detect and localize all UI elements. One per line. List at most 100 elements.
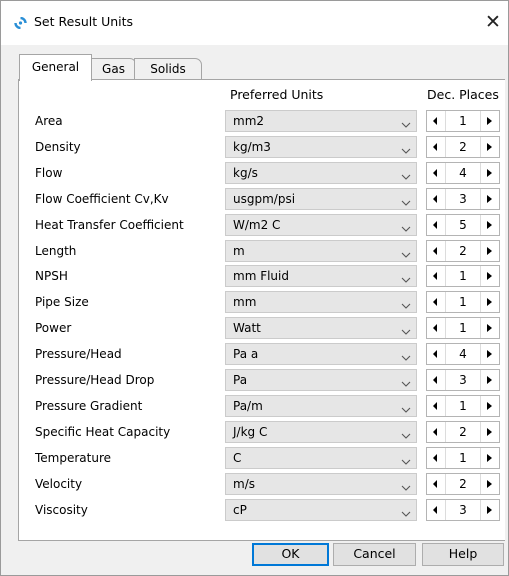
chevron-down-icon <box>401 272 411 283</box>
increment-button[interactable] <box>480 370 499 390</box>
decimal-places-value[interactable]: 1 <box>446 399 480 413</box>
decimal-places-value[interactable]: 3 <box>446 192 480 206</box>
unit-dropdown[interactable]: cP <box>225 499 417 521</box>
unit-dropdown[interactable]: kg/s <box>225 162 417 184</box>
decrement-button[interactable] <box>427 474 446 494</box>
decrement-button[interactable] <box>427 318 446 338</box>
decimal-places-stepper: 2 <box>426 240 500 262</box>
decrement-button[interactable] <box>427 344 446 364</box>
unit-dropdown[interactable]: kg/m3 <box>225 136 417 158</box>
decimal-places-value[interactable]: 3 <box>446 373 480 387</box>
increment-button[interactable] <box>480 500 499 520</box>
ok-button[interactable]: OK <box>252 543 329 566</box>
unit-row-specific-heat-capacity: Specific Heat Capacity J/kg C 2 <box>0 421 509 443</box>
chevron-down-icon <box>401 480 411 491</box>
increment-button[interactable] <box>480 111 499 131</box>
row-label: Heat Transfer Coefficient <box>35 218 184 232</box>
increment-button[interactable] <box>480 189 499 209</box>
row-label: Length <box>35 244 77 258</box>
decrement-button[interactable] <box>427 292 446 312</box>
unit-dropdown[interactable]: Pa/m <box>225 395 417 417</box>
decrement-button[interactable] <box>427 163 446 183</box>
decimal-places-value[interactable]: 1 <box>446 114 480 128</box>
decimal-places-value[interactable]: 2 <box>446 477 480 491</box>
decimal-places-value[interactable]: 1 <box>446 269 480 283</box>
increment-button[interactable] <box>480 422 499 442</box>
unit-dropdown[interactable]: mm Fluid <box>225 265 417 287</box>
decrement-button[interactable] <box>427 422 446 442</box>
unit-dropdown[interactable]: usgpm/psi <box>225 188 417 210</box>
unit-dropdown[interactable]: m/s <box>225 473 417 495</box>
unit-row-pressure-gradient: Pressure Gradient Pa/m 1 <box>0 395 509 417</box>
decrement-button[interactable] <box>427 266 446 286</box>
decimal-places-value[interactable]: 1 <box>446 295 480 309</box>
decimal-places-value[interactable]: 3 <box>446 503 480 517</box>
tab-gas[interactable]: Gas <box>91 58 136 80</box>
chevron-down-icon <box>401 350 411 361</box>
help-button[interactable]: Help <box>422 543 504 566</box>
decimal-places-stepper: 3 <box>426 369 500 391</box>
decrement-button[interactable] <box>427 500 446 520</box>
unit-dropdown[interactable]: Pa <box>225 369 417 391</box>
unit-dropdown[interactable]: Watt <box>225 317 417 339</box>
increment-button[interactable] <box>480 448 499 468</box>
unit-dropdown[interactable]: mm <box>225 291 417 313</box>
decimal-places-value[interactable]: 1 <box>446 321 480 335</box>
chevron-down-icon <box>401 324 411 335</box>
increment-button[interactable] <box>480 241 499 261</box>
decimal-places-stepper: 4 <box>426 162 500 184</box>
increment-button[interactable] <box>480 266 499 286</box>
unit-dropdown[interactable]: W/m2 C <box>225 214 417 236</box>
unit-dropdown-value: usgpm/psi <box>233 192 296 206</box>
title-bar: Set Result Units ✕ <box>1 1 508 45</box>
unit-row-length: Length m 2 <box>0 240 509 262</box>
decrement-button[interactable] <box>427 111 446 131</box>
decrement-button[interactable] <box>427 189 446 209</box>
unit-row-heat-transfer-coefficient: Heat Transfer Coefficient W/m2 C 5 <box>0 214 509 236</box>
increment-button[interactable] <box>480 292 499 312</box>
increment-button[interactable] <box>480 137 499 157</box>
unit-dropdown-value: Pa/m <box>233 399 263 413</box>
close-button[interactable]: ✕ <box>478 7 508 37</box>
decimal-places-value[interactable]: 2 <box>446 140 480 154</box>
row-label: Pressure Gradient <box>35 399 143 413</box>
unit-dropdown-value: Watt <box>233 321 261 335</box>
unit-row-pressure-head-drop: Pressure/Head Drop Pa 3 <box>0 369 509 391</box>
decrement-button[interactable] <box>427 215 446 235</box>
decimal-places-value[interactable]: 4 <box>446 166 480 180</box>
unit-row-velocity: Velocity m/s 2 <box>0 473 509 495</box>
unit-dropdown[interactable]: J/kg C <box>225 421 417 443</box>
chevron-down-icon <box>401 143 411 154</box>
unit-dropdown[interactable]: mm2 <box>225 110 417 132</box>
unit-row-power: Power Watt 1 <box>0 317 509 339</box>
cancel-button[interactable]: Cancel <box>333 543 416 566</box>
increment-button[interactable] <box>480 215 499 235</box>
decimal-places-value[interactable]: 1 <box>446 451 480 465</box>
unit-dropdown-value: mm2 <box>233 114 265 128</box>
unit-dropdown-value: W/m2 C <box>233 218 281 232</box>
increment-button[interactable] <box>480 474 499 494</box>
increment-button[interactable] <box>480 344 499 364</box>
row-label: Pressure/Head Drop <box>35 373 155 387</box>
decimal-places-value[interactable]: 5 <box>446 218 480 232</box>
decimal-places-value[interactable]: 2 <box>446 244 480 258</box>
unit-dropdown-value: Pa <box>233 373 248 387</box>
unit-dropdown[interactable]: Pa a <box>225 343 417 365</box>
decimal-places-value[interactable]: 2 <box>446 425 480 439</box>
decrement-button[interactable] <box>427 448 446 468</box>
unit-dropdown[interactable]: C <box>225 447 417 469</box>
decimal-places-value[interactable]: 4 <box>446 347 480 361</box>
increment-button[interactable] <box>480 318 499 338</box>
chevron-down-icon <box>401 428 411 439</box>
decrement-button[interactable] <box>427 370 446 390</box>
tab-solids[interactable]: Solids <box>134 58 202 80</box>
decrement-button[interactable] <box>427 396 446 416</box>
unit-dropdown[interactable]: m <box>225 240 417 262</box>
unit-dropdown-value: J/kg C <box>233 425 268 439</box>
unit-row-density: Density kg/m3 2 <box>0 136 509 158</box>
tab-general[interactable]: General <box>19 54 92 81</box>
decrement-button[interactable] <box>427 137 446 157</box>
decrement-button[interactable] <box>427 241 446 261</box>
increment-button[interactable] <box>480 163 499 183</box>
increment-button[interactable] <box>480 396 499 416</box>
